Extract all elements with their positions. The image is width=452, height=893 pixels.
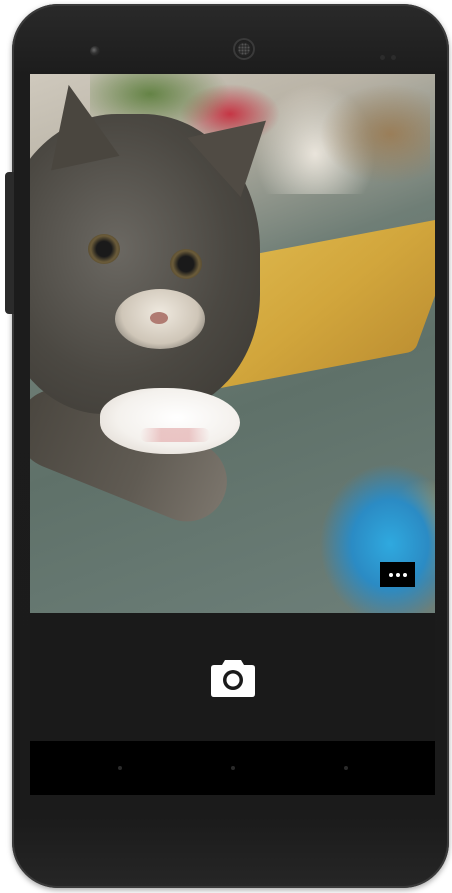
more-options-button[interactable] <box>380 562 415 587</box>
dot <box>388 572 393 577</box>
cat-eye-left <box>88 234 120 264</box>
home-button[interactable] <box>223 758 243 778</box>
camera-controls <box>30 613 435 741</box>
home-icon <box>231 766 235 770</box>
power-button <box>5 172 14 314</box>
dot <box>402 572 407 577</box>
recents-button[interactable] <box>336 758 356 778</box>
shutter-button[interactable] <box>209 656 257 698</box>
cat-nose <box>150 312 168 324</box>
front-camera <box>90 46 100 56</box>
camera-preview[interactable] <box>30 74 435 613</box>
navigation-bar <box>30 741 435 795</box>
cat-paw <box>100 388 240 454</box>
more-horizontal-icon <box>388 572 407 577</box>
proximity-sensors <box>380 47 406 60</box>
screen <box>30 74 435 795</box>
recents-icon <box>344 766 348 770</box>
cat-eye-right <box>170 249 202 279</box>
dot <box>395 572 400 577</box>
earpiece-speaker <box>233 38 255 60</box>
back-icon <box>118 766 122 770</box>
back-button[interactable] <box>110 758 130 778</box>
camera-icon <box>211 660 255 697</box>
sensor-dot <box>391 55 396 60</box>
sensor-dot <box>380 55 385 60</box>
